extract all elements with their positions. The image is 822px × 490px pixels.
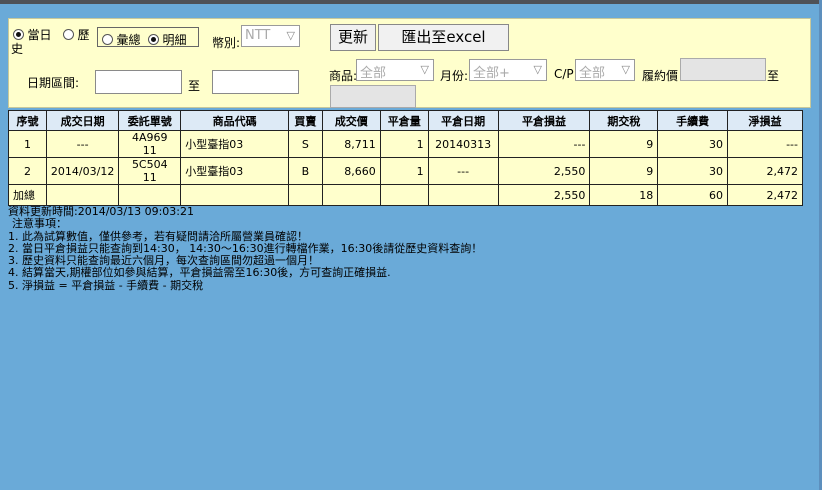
cell-close-qty: 1 xyxy=(379,130,429,158)
product-label: 商品: xyxy=(329,69,358,83)
date-to-input[interactable] xyxy=(212,70,299,94)
chevron-down-icon: ▽ xyxy=(533,63,542,76)
cell-net-pnl: 2,472 xyxy=(727,157,803,185)
cp-label: C/P xyxy=(554,67,574,81)
cell-tax: 9 xyxy=(589,157,659,185)
radio-history-dot[interactable] xyxy=(63,29,74,40)
col-header: 序號 xyxy=(8,110,47,131)
cell-product-code: 小型臺指03 xyxy=(180,157,289,185)
cp-select[interactable]: 全部 ▽ xyxy=(575,59,635,81)
table-total-row: 加總 2,550 18 60 2,472 xyxy=(8,184,803,206)
table-row: 2 2014/03/12 5C504 11 小型臺指03 B 8,660 1 -… xyxy=(8,157,803,185)
cell-close-date: 20140313 xyxy=(427,130,499,158)
col-header: 平倉量 xyxy=(379,110,429,131)
cell-price: 8,711 xyxy=(321,130,381,158)
chevron-down-icon: ▽ xyxy=(420,63,429,76)
radio-detail-dot[interactable] xyxy=(148,34,159,45)
cell-side: S xyxy=(287,130,323,158)
strike-label: 履約價 xyxy=(642,69,679,83)
col-header: 委託單號 xyxy=(118,110,182,131)
cell-fee: 30 xyxy=(657,130,729,158)
strike-from-input[interactable] xyxy=(680,58,766,81)
col-header: 手續費 xyxy=(657,110,729,131)
product-select[interactable]: 全部 ▽ xyxy=(356,59,434,81)
month-label: 月份: xyxy=(440,69,469,83)
table-header-row: 序號 成交日期 委託單號 商品代碼 買賣 成交價 平倉量 平倉日期 平倉損益 期… xyxy=(8,110,803,131)
col-header: 淨損益 xyxy=(727,110,803,131)
cell-close-qty: 1 xyxy=(379,157,429,185)
cp-value: 全部 xyxy=(579,66,606,81)
radio-today-label: 當日 xyxy=(27,28,52,42)
col-header: 成交價 xyxy=(321,110,381,131)
month-select[interactable]: 全部+ ▽ xyxy=(469,59,547,81)
cell-total-net-pnl: 2,472 xyxy=(727,184,803,206)
currency-label: 幣別: xyxy=(212,36,241,50)
date-to-label: 至 xyxy=(188,79,201,93)
date-from-input[interactable] xyxy=(95,70,182,94)
notes-section: 資料更新時間:2014/03/13 09:03:21 注意事項： 1. 此為試算… xyxy=(8,205,808,292)
cell-trade-date: --- xyxy=(45,130,120,158)
note-line: 4. 結算當天,期權部位如參與結算，平倉損益需至16:30後，方可查詢正確損益. xyxy=(8,266,391,280)
currency-select[interactable]: NTT ▽ xyxy=(241,25,300,47)
cell-seq: 1 xyxy=(8,130,47,158)
cell-empty xyxy=(379,184,429,206)
notes-title: 注意事項： xyxy=(12,217,67,231)
radio-today-dot[interactable] xyxy=(13,29,24,40)
cell-fee: 30 xyxy=(657,157,729,185)
refresh-button[interactable]: 更新 xyxy=(330,24,376,51)
cell-close-pnl: --- xyxy=(497,130,591,158)
cell-seq: 2 xyxy=(8,157,47,185)
cell-total-tax: 18 xyxy=(589,184,659,206)
cell-empty xyxy=(427,184,499,206)
cell-net-pnl: --- xyxy=(727,130,803,158)
radio-detail[interactable]: 明細 xyxy=(148,31,187,48)
cell-order-no: 4A969 11 xyxy=(118,130,182,158)
cell-side: B xyxy=(287,157,323,185)
cell-order-no: 5C504 11 xyxy=(118,157,182,185)
cell-tax: 9 xyxy=(589,130,659,158)
cell-trade-date: 2014/03/12 xyxy=(45,157,120,185)
cell-empty xyxy=(118,184,182,206)
cell-total-close-pnl: 2,550 xyxy=(497,184,591,206)
radio-history-label: 歷 xyxy=(77,28,90,42)
strike-to-input[interactable] xyxy=(330,85,416,108)
view-mode-group: 彙總 明細 xyxy=(97,27,199,47)
col-header: 買賣 xyxy=(287,110,323,131)
update-time: 資料更新時間:2014/03/13 09:03:21 xyxy=(8,205,195,218)
cell-close-pnl: 2,550 xyxy=(497,157,591,185)
radio-summary[interactable]: 彙總 xyxy=(102,31,141,48)
radio-detail-label: 明細 xyxy=(162,33,187,47)
col-header: 成交日期 xyxy=(45,110,120,131)
product-value: 全部 xyxy=(360,66,387,81)
cell-empty xyxy=(180,184,289,206)
col-header: 平倉日期 xyxy=(427,110,499,131)
month-value: 全部+ xyxy=(473,66,510,81)
radio-history-label-wrap: 史 xyxy=(11,42,24,56)
col-header: 平倉損益 xyxy=(497,110,591,131)
export-excel-button[interactable]: 匯出至excel xyxy=(378,24,509,51)
cell-total-label: 加總 xyxy=(8,184,47,206)
filter-panel: 當日 歷 史 彙總 明細 幣別: NTT ▽ 更新 匯出至excel 日期區間:… xyxy=(8,18,811,108)
radio-summary-label: 彙總 xyxy=(116,33,141,47)
table-row: 1 --- 4A969 11 小型臺指03 S 8,711 1 20140313… xyxy=(8,130,803,158)
cell-empty xyxy=(287,184,323,206)
radio-history[interactable]: 歷 xyxy=(63,26,90,43)
currency-value: NTT xyxy=(245,28,271,43)
chevron-down-icon: ▽ xyxy=(621,63,630,76)
cell-total-fee: 60 xyxy=(657,184,729,206)
col-header: 商品代碼 xyxy=(180,110,289,131)
cell-price: 8,660 xyxy=(321,157,381,185)
radio-summary-dot[interactable] xyxy=(102,34,113,45)
results-table: 序號 成交日期 委託單號 商品代碼 買賣 成交價 平倉量 平倉日期 平倉損益 期… xyxy=(8,110,803,206)
note-line: 5. 淨損益 = 平倉損益 - 手續費 - 期交稅 xyxy=(8,278,204,292)
col-header: 期交稅 xyxy=(589,110,659,131)
strike-to-label: 至 xyxy=(767,69,780,83)
cell-empty xyxy=(321,184,381,206)
window-top-border xyxy=(0,0,822,4)
cell-close-date: --- xyxy=(427,157,499,185)
date-range-label: 日期區間: xyxy=(27,76,80,90)
cell-product-code: 小型臺指03 xyxy=(180,130,289,158)
cell-empty xyxy=(45,184,120,206)
chevron-down-icon: ▽ xyxy=(286,29,295,42)
